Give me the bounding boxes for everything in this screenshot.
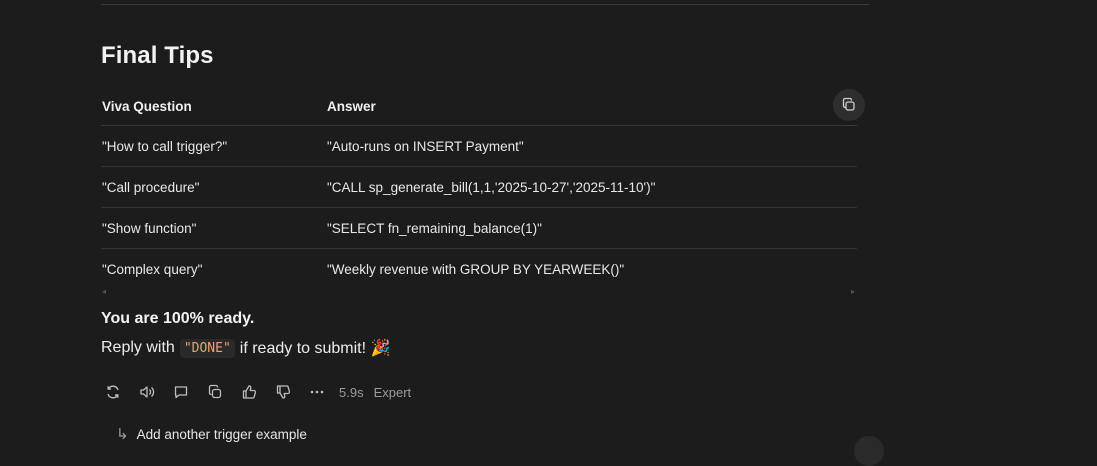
thumbs-up-button[interactable] [237,381,261,403]
thumbs-up-icon [242,385,257,399]
read-aloud-button[interactable] [135,381,159,403]
regenerate-button[interactable] [101,381,125,403]
thumbs-down-button[interactable] [271,381,295,403]
more-icon [310,390,324,394]
comment-button[interactable] [169,381,193,403]
reply-prefix: Reply with [101,339,175,356]
copy-icon [842,97,855,111]
response-time: 5.9s [339,384,364,400]
question-cell: "Call procedure" [101,166,326,208]
table-row: "Complex query" "Weekly revenue with GRO… [101,249,857,290]
followup-label: Add another trigger example [136,426,307,442]
column-header-question: Viva Question [101,88,326,126]
copy-icon [208,384,222,399]
model-mode-label: Expert [373,384,412,400]
question-cell: "Show function" [101,207,326,249]
table-row: "How to call trigger?" "Auto-runs on INS… [101,125,857,167]
comment-icon [174,386,188,399]
column-header-answer: Answer [326,88,857,126]
tips-table: Viva Question Answer "How to call trigge… [101,88,857,289]
reply-suffix: if ready to submit! 🎉 [239,340,391,357]
copy-table-button[interactable] [833,89,865,121]
reply-arrow-icon: ↳ [116,426,129,443]
table-row: "Call procedure" "CALL sp_generate_bill(… [101,166,857,208]
reply-line: Reply with "DONE" if ready to submit! 🎉 [101,338,390,358]
table-header-row: Viva Question Answer [101,88,857,126]
ready-text: You are 100% ready. [101,310,255,327]
answer-cell: "SELECT fn_remaining_balance(1)" [326,207,857,249]
read-aloud-icon [140,386,155,398]
thumbs-down-icon [276,385,291,399]
tips-table-container: Viva Question Answer "How to call trigge… [101,88,866,289]
regenerate-icon [107,385,119,399]
answer-cell: "Auto-runs on INSERT Payment" [326,125,857,167]
more-button[interactable] [305,381,329,403]
question-cell: "Complex query" [102,261,203,277]
copy-message-button[interactable] [203,381,227,403]
scroll-right-indicator[interactable]: ▸ [851,287,855,296]
section-heading: Final Tips [101,42,214,69]
scroll-left-indicator[interactable]: ◂ [102,287,106,296]
section-divider [101,4,869,5]
question-cell: "How to call trigger?" [101,125,326,167]
answer-cell: "Weekly revenue with GROUP BY YEARWEEK()… [327,261,625,277]
followup-suggestion[interactable]: ↳ Add another trigger example [116,425,307,443]
answer-cell: "CALL sp_generate_bill(1,1,'2025-10-27',… [326,166,857,208]
message-toolbar: 5.9s Expert [101,381,421,403]
table-row: "Show function" "SELECT fn_remaining_bal… [101,207,857,249]
done-code: "DONE" [179,338,235,358]
